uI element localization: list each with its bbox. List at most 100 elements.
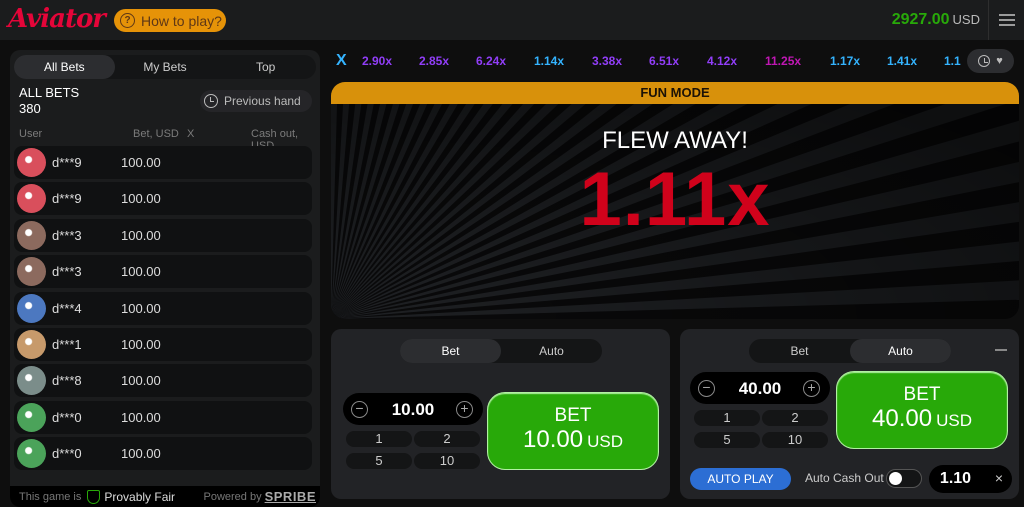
- quick-amount-5[interactable]: 5: [694, 432, 760, 448]
- all-bets-header: ALL BETS 380: [19, 85, 79, 117]
- bet-amount: 100.00: [121, 300, 161, 316]
- aviator-logo[interactable]: Aviator: [8, 4, 106, 34]
- plus-icon[interactable]: +: [803, 380, 820, 397]
- balance-value: 2927.00: [891, 11, 950, 28]
- quick-amount-2[interactable]: 2: [762, 410, 828, 426]
- bet-row: d***0 100.00: [14, 400, 312, 434]
- bet-user: d***0: [52, 409, 82, 425]
- bet-button[interactable]: BET 40.00 USD: [836, 371, 1008, 449]
- bet-amount: 100.00: [121, 191, 161, 207]
- quick-amount-2[interactable]: 2: [414, 431, 480, 447]
- avatar: [17, 366, 46, 396]
- auto-cash-out-input[interactable]: 1.10 ×: [929, 465, 1012, 493]
- bet-button-label: BET: [903, 384, 941, 405]
- history-multiplier[interactable]: 2.90x: [362, 54, 392, 68]
- bet-row: d***8 100.00: [14, 364, 312, 398]
- tab-my-bets[interactable]: My Bets: [115, 55, 216, 79]
- bet-amount: 100.00: [121, 264, 161, 280]
- previous-hand-label: Previous hand: [224, 94, 301, 108]
- bet-user: d***8: [52, 373, 82, 389]
- bet-amount-stepper: − 40.00 +: [690, 372, 830, 404]
- bets-panel: All Bets My Bets Top ALL BETS 380 Previo…: [10, 50, 320, 507]
- quick-amount-1[interactable]: 1: [694, 410, 760, 426]
- quick-amount-10[interactable]: 10: [762, 432, 828, 448]
- history-toggle-button[interactable]: ♥: [967, 49, 1014, 73]
- bet-button[interactable]: BET 10.00 USD: [487, 392, 659, 470]
- bet-button-amount: 40.00: [872, 405, 933, 432]
- bet-user: d***9: [52, 155, 82, 170]
- fun-mode-banner: FUN MODE: [331, 82, 1019, 104]
- bet-user: d***1: [52, 336, 82, 352]
- avatar: [17, 293, 46, 323]
- col-user: User: [19, 128, 43, 140]
- avatar: [17, 148, 46, 177]
- bet-amount: 100.00: [121, 446, 161, 462]
- bet-button-amount: 10.00: [523, 426, 584, 453]
- history-multiplier[interactable]: 3.38x: [592, 54, 622, 68]
- menu-icon[interactable]: [988, 0, 1024, 40]
- powered-by: Powered by: [203, 490, 262, 503]
- history-x-label: X: [336, 52, 347, 69]
- bets-tabs: All Bets My Bets Top: [14, 55, 316, 79]
- how-to-play-button[interactable]: ? How to play?: [114, 9, 226, 32]
- bet-amount: 100.00: [121, 336, 161, 352]
- history-multiplier[interactable]: 6.51x: [649, 54, 679, 68]
- auto-cash-out-label: Auto Cash Out: [805, 471, 884, 485]
- bet-row: d***3 100.00: [14, 218, 312, 252]
- flew-away-text: FLEW AWAY!: [602, 127, 748, 154]
- all-bets-count: 380: [19, 101, 41, 116]
- history-multiplier[interactable]: 4.12x: [707, 54, 737, 68]
- history-multiplier[interactable]: 1.41x: [887, 54, 917, 68]
- history-multiplier[interactable]: 2.85x: [419, 54, 449, 68]
- bet-user: d***4: [52, 300, 82, 316]
- tab-all-bets[interactable]: All Bets: [14, 55, 115, 79]
- bet-panel-1: Bet Auto − 10.00 + 1 2 5 10 BET 10.00 USD: [331, 329, 670, 499]
- bet-panel-2-tabs: Bet Auto: [749, 339, 951, 363]
- tab-auto[interactable]: Auto: [501, 339, 602, 363]
- avatar: [17, 257, 46, 287]
- provably-fair-link[interactable]: Provably Fair: [104, 490, 175, 504]
- quick-amount-1[interactable]: 1: [346, 431, 412, 447]
- bet-user: d***9: [52, 191, 82, 207]
- bet-button-currency: USD: [936, 411, 972, 430]
- avatar: [17, 184, 46, 214]
- tab-auto[interactable]: Auto: [850, 339, 951, 363]
- bet-panel-2: Bet Auto − 40.00 + 1 2 5 10 BET 40.00 USD…: [680, 329, 1019, 499]
- bet-button-label: BET: [554, 405, 592, 426]
- cash-out-value[interactable]: 1.10: [938, 470, 973, 488]
- clear-icon[interactable]: ×: [995, 470, 1003, 486]
- quick-amount-5[interactable]: 5: [346, 453, 412, 469]
- avatar: [17, 220, 46, 250]
- bet-panel-1-tabs: Bet Auto: [400, 339, 602, 363]
- history-multiplier[interactable]: 6.24x: [476, 54, 506, 68]
- bet-row: d***3 100.00: [14, 255, 312, 289]
- history-multiplier[interactable]: 1.17x: [830, 54, 860, 68]
- tab-bet[interactable]: Bet: [400, 339, 501, 363]
- remove-panel-icon[interactable]: [995, 349, 1007, 351]
- previous-hand-button[interactable]: Previous hand: [200, 90, 312, 112]
- auto-play-button[interactable]: AUTO PLAY: [690, 468, 791, 490]
- avatar: [17, 402, 46, 432]
- question-icon: ?: [120, 13, 135, 28]
- balance-currency: USD: [952, 12, 980, 27]
- history-multiplier[interactable]: 1.1: [944, 54, 961, 68]
- bet-amount-stepper: − 10.00 +: [343, 393, 483, 425]
- quick-amount-10[interactable]: 10: [414, 453, 480, 469]
- bet-user: d***3: [52, 227, 82, 243]
- bet-row: d***1 100.00: [14, 327, 312, 361]
- bet-amount: 100.00: [121, 409, 161, 425]
- auto-cash-out-toggle[interactable]: [886, 469, 922, 488]
- tab-top[interactable]: Top: [215, 55, 316, 79]
- spribe-logo: SPRIBE: [264, 489, 316, 504]
- avatar: [17, 329, 46, 359]
- heart-icon: ♥: [996, 55, 1003, 67]
- all-bets-label: ALL BETS: [19, 85, 80, 100]
- history-multiplier[interactable]: 11.25x: [765, 54, 801, 68]
- plus-icon[interactable]: +: [456, 401, 473, 418]
- history-multiplier[interactable]: 1.14x: [534, 54, 564, 68]
- tab-bet[interactable]: Bet: [749, 339, 850, 363]
- bet-row: d***9 100.00: [14, 182, 312, 216]
- shield-icon: [87, 489, 101, 504]
- crash-multiplier: 1.11x: [579, 157, 771, 242]
- bet-row: d***9 100.00: [14, 146, 312, 179]
